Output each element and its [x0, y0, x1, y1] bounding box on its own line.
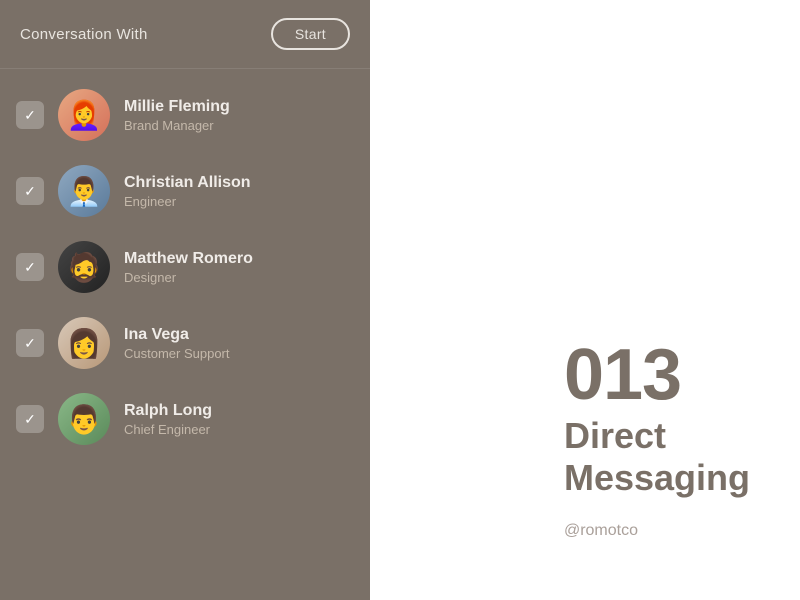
checkbox-matthew[interactable]: ✓ — [16, 253, 44, 281]
avatar-matthew: 🧔 — [58, 241, 110, 293]
avatar-millie: 👩‍🦰 — [58, 89, 110, 141]
branding-handle: @romotco — [564, 522, 750, 540]
left-panel: Conversation With Start ✓ 👩‍🦰 Millie Flemi… — [0, 0, 370, 600]
contact-item-christian[interactable]: ✓ 👨‍💼 Christian Allison Engineer — [0, 153, 370, 229]
contact-item-ralph[interactable]: ✓ 👨 Ralph Long Chief Engineer — [0, 381, 370, 457]
contact-role-matthew: Designer — [124, 270, 354, 285]
panel-title: Conversation With — [20, 26, 148, 43]
contact-name-millie: Millie Fleming — [124, 98, 354, 116]
avatar-ina: 👩 — [58, 317, 110, 369]
branding: 013 Direct Messaging @romotco — [564, 339, 750, 540]
contact-info-ina: Ina Vega Customer Support — [124, 326, 354, 361]
contact-name-ralph: Ralph Long — [124, 402, 354, 420]
branding-number: 013 — [564, 339, 750, 411]
contact-role-ina: Customer Support — [124, 346, 354, 361]
contact-item-ina[interactable]: ✓ 👩 Ina Vega Customer Support — [0, 305, 370, 381]
contact-info-matthew: Matthew Romero Designer — [124, 250, 354, 285]
checkmark-icon: ✓ — [24, 336, 36, 350]
start-button[interactable]: Start — [271, 18, 350, 50]
checkmark-icon: ✓ — [24, 260, 36, 274]
contact-role-ralph: Chief Engineer — [124, 422, 354, 437]
panel-header: Conversation With Start — [0, 0, 370, 69]
contact-name-matthew: Matthew Romero — [124, 250, 354, 268]
contact-info-ralph: Ralph Long Chief Engineer — [124, 402, 354, 437]
branding-title-line2: Messaging — [564, 457, 750, 498]
branding-title: Direct Messaging — [564, 415, 750, 498]
branding-title-line1: Direct — [564, 415, 666, 456]
contact-name-ina: Ina Vega — [124, 326, 354, 344]
contact-info-christian: Christian Allison Engineer — [124, 174, 354, 209]
contact-role-christian: Engineer — [124, 194, 354, 209]
checkmark-icon: ✓ — [24, 412, 36, 426]
checkbox-christian[interactable]: ✓ — [16, 177, 44, 205]
right-panel: 013 Direct Messaging @romotco — [370, 0, 800, 600]
checkmark-icon: ✓ — [24, 108, 36, 122]
checkbox-millie[interactable]: ✓ — [16, 101, 44, 129]
checkbox-ina[interactable]: ✓ — [16, 329, 44, 357]
checkbox-ralph[interactable]: ✓ — [16, 405, 44, 433]
contact-info-millie: Millie Fleming Brand Manager — [124, 98, 354, 133]
contact-item-millie[interactable]: ✓ 👩‍🦰 Millie Fleming Brand Manager — [0, 77, 370, 153]
avatar-ralph: 👨 — [58, 393, 110, 445]
checkmark-icon: ✓ — [24, 184, 36, 198]
contact-item-matthew[interactable]: ✓ 🧔 Matthew Romero Designer — [0, 229, 370, 305]
contact-name-christian: Christian Allison — [124, 174, 354, 192]
avatar-christian: 👨‍💼 — [58, 165, 110, 217]
contact-role-millie: Brand Manager — [124, 118, 354, 133]
contact-list: ✓ 👩‍🦰 Millie Fleming Brand Manager ✓ 👨‍💼 Chris… — [0, 69, 370, 600]
